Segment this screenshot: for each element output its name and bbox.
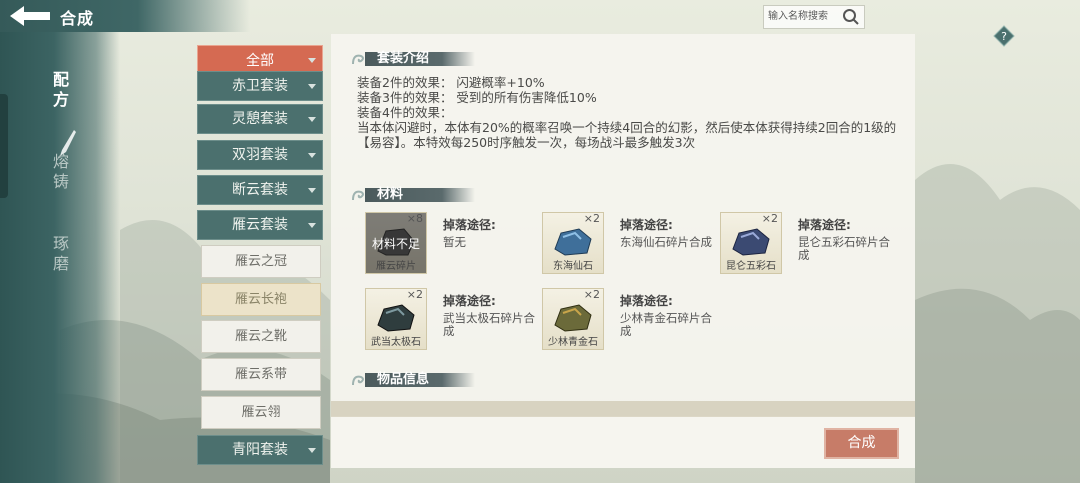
subitem-yanyun-belt[interactable]: 雁云系带: [201, 358, 321, 391]
dark-stone-icon: [377, 304, 415, 332]
search-icon[interactable]: [842, 8, 860, 26]
set-effect-2: 装备2件的效果： 闪避概率+10%: [357, 75, 545, 90]
gold-stone-icon: [554, 304, 592, 332]
category-duanyun[interactable]: 断云套装: [197, 175, 323, 205]
search-input[interactable]: [768, 8, 840, 24]
set-effect-4: 装备4件的效果：: [357, 105, 453, 120]
category-list: 全部 赤卫套装 灵憩套装 双羽套装 断云套装 雁云套装 雁云之冠 雁云长袍 雁云…: [197, 43, 327, 483]
footer-divider: [331, 401, 915, 416]
help-icon[interactable]: ?: [993, 25, 1015, 47]
category-lingqi[interactable]: 灵憩套装: [197, 104, 323, 134]
material-slot-donghai-stone[interactable]: ×2 东海仙石: [542, 212, 604, 274]
drop-source: 昆仑五彩石碎片合成: [798, 235, 890, 262]
subitem-yanyun-boots[interactable]: 雁云之靴: [201, 320, 321, 353]
category-yanyun[interactable]: 雁云套装: [197, 210, 323, 240]
drop-source: 武当太极石碎片合成: [443, 311, 535, 338]
compose-button[interactable]: 合成: [824, 428, 899, 459]
svg-text:?: ?: [1001, 30, 1007, 43]
set-effect-3: 装备3件的效果： 受到的所有伤害降低10%: [357, 90, 597, 105]
drop-label: 掉落途径:: [620, 218, 673, 232]
set-effect-desc: 当本体闪避时，本体有20%的概率召唤一个持续4回合的幻影，然后使本体获得持续2回…: [357, 120, 897, 150]
nav-item-polish[interactable]: 琢磨: [48, 234, 74, 274]
section-title: 材料: [377, 187, 404, 202]
category-qingyang[interactable]: 青阳套装: [197, 435, 323, 465]
material-slot-kunlun-stone[interactable]: ×2 昆仑五彩石: [720, 212, 782, 274]
detail-panel: 套装介绍 装备2件的效果： 闪避概率+10% 装备3件的效果： 受到的所有伤害降…: [331, 34, 915, 468]
page-title: 合成: [60, 9, 95, 28]
left-nav: 配方 熔铸 琢磨: [0, 32, 120, 483]
blue-stone-icon: [554, 228, 592, 256]
subitem-yanyun-robe[interactable]: 雁云长袍: [201, 283, 321, 316]
subitem-yanyun-crown[interactable]: 雁云之冠: [201, 245, 321, 278]
drop-source: 东海仙石碎片合成: [620, 235, 712, 249]
back-arrow-icon[interactable]: [6, 2, 54, 30]
nav-indicator: [0, 94, 8, 198]
drop-label: 掉落途径:: [798, 218, 851, 232]
subitem-yanyun-feather[interactable]: 雁云翎: [201, 396, 321, 429]
drop-source: 暂无: [443, 235, 466, 249]
drop-label: 掉落途径:: [443, 218, 496, 232]
material-slot-yanyun-fragment[interactable]: ×8 材料不足 雁云碎片: [365, 212, 427, 274]
nav-item-recipe[interactable]: 配方: [48, 70, 74, 110]
insufficient-label: 材料不足: [371, 237, 420, 251]
top-bar: 合成: [0, 0, 250, 32]
section-title: 物品信息: [377, 372, 430, 387]
drop-label: 掉落途径:: [443, 294, 496, 308]
search-box[interactable]: [763, 5, 865, 29]
category-chiwei[interactable]: 赤卫套装: [197, 71, 323, 101]
drop-source: 少林青金石碎片合成: [620, 311, 712, 338]
category-shuangyu[interactable]: 双羽套装: [197, 140, 323, 170]
material-slot-wudang-stone[interactable]: ×2 武当太极石: [365, 288, 427, 350]
section-title: 套装介绍: [377, 51, 430, 66]
material-slot-shaolin-stone[interactable]: ×2 少林青金石: [542, 288, 604, 350]
drop-label: 掉落途径:: [620, 294, 673, 308]
purple-stone-icon: [732, 228, 770, 256]
nav-item-casting[interactable]: 熔铸: [48, 152, 74, 192]
